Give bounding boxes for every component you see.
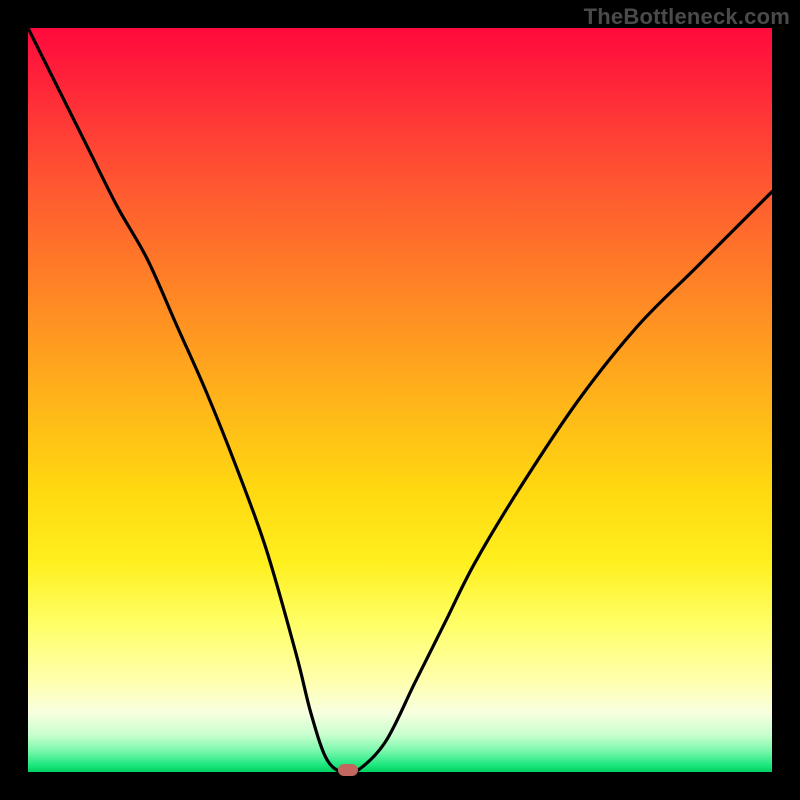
chart-frame: TheBottleneck.com xyxy=(0,0,800,800)
bottleneck-curve xyxy=(28,28,772,772)
optimum-marker xyxy=(338,764,358,776)
chart-plot-area xyxy=(28,28,772,772)
watermark-text: TheBottleneck.com xyxy=(584,4,790,30)
